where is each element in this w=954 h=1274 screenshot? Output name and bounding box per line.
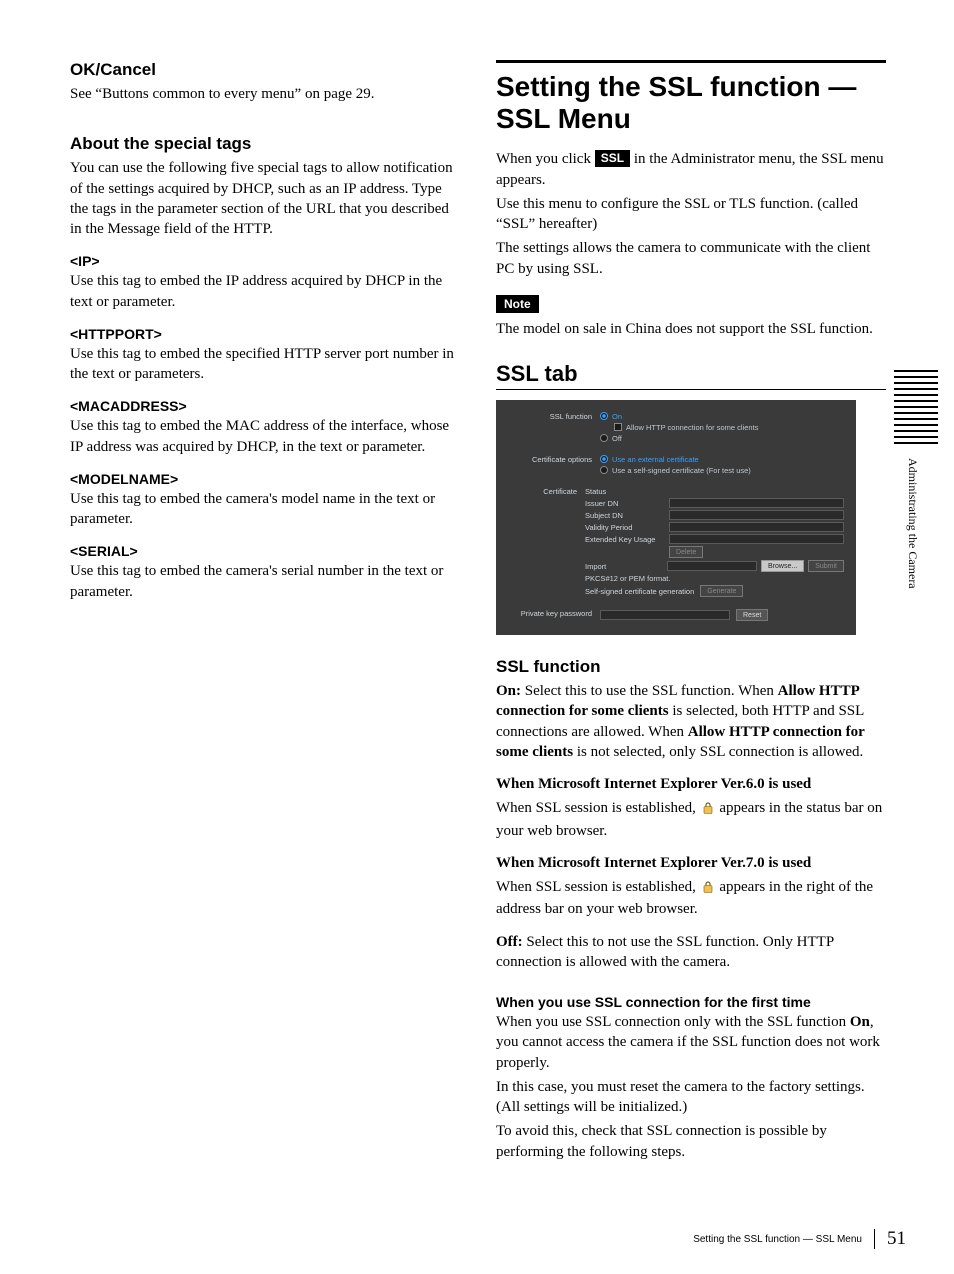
shot-cert-options-label: Certificate options [508,455,600,464]
checkbox-icon [614,423,622,431]
first-time-body-2: In this case, you must reset the camera … [496,1077,886,1118]
off-label: Off: [496,934,523,950]
first-time-body-3: To avoid this, check that SSL connection… [496,1121,886,1162]
intro-line-3: The settings allows the camera to commun… [496,238,886,279]
page-footer: Setting the SSL function — SSL Menu 51 [693,1228,906,1250]
shot-pk-input[interactable] [600,610,730,620]
shot-selfsigned-text: Use a self-signed certificate (For test … [612,466,751,475]
shot-reset-button[interactable]: Reset [736,609,768,621]
ie7-heading: When Microsoft Internet Explorer Ver.7.0… [496,853,886,873]
shot-extkey-label: Extended Key Usage [585,535,663,544]
tag-ip-heading: <IP> [70,253,460,269]
tag-ip-desc: Use this tag to embed the IP address acq… [70,271,460,312]
off-body: Select this to not use the SSL function.… [496,934,834,970]
shot-issuerdn-label: Issuer DN [585,499,663,508]
page-number: 51 [887,1228,906,1250]
ssl-off-paragraph: Off: Select this to not use the SSL func… [496,932,886,973]
radio-off-icon [600,434,608,442]
shot-import-input[interactable] [667,561,757,571]
ie6-heading-text: When Microsoft Internet Explorer Ver.6.0… [496,776,811,792]
shot-validity-input[interactable] [669,522,844,532]
footer-divider [874,1229,875,1249]
first-time-body-1: When you use SSL connection only with th… [496,1012,886,1073]
shot-ssl-function-label: SSL function [508,412,600,421]
shot-issuerdn-input[interactable] [669,498,844,508]
page-content: OK/Cancel See “Buttons common to every m… [0,0,954,1166]
shot-radio-selfsigned-row[interactable]: Use a self-signed certificate (For test … [600,466,844,475]
ie6-body: When SSL session is established, appears… [496,798,886,841]
ssl-function-subheading: SSL function [496,657,886,677]
lock-icon [702,879,714,899]
tag-httpport-heading: <HTTPPORT> [70,326,460,342]
shot-pk-label: Private key password [508,609,600,618]
ie7-pre: When SSL session is established, [496,879,700,895]
intro-line-1: When you click SSL in the Administrator … [496,149,886,190]
shot-radio-off-row[interactable]: Off [600,434,844,443]
radio-on-icon [600,412,608,420]
radio-selfsigned-icon [600,466,608,474]
tag-modelname-desc: Use this tag to embed the camera's model… [70,489,460,530]
footer-caption: Setting the SSL function — SSL Menu [693,1234,862,1245]
ft1-pre: When you use SSL connection only with th… [496,1014,850,1030]
special-tags-heading: About the special tags [70,134,460,154]
first-time-heading: When you use SSL connection for the firs… [496,994,886,1010]
on-body-3: is not selected, only SSL connection is … [573,744,863,760]
right-column: Setting the SSL function — SSL Menu When… [496,60,886,1166]
note-label: Note [496,295,539,313]
lock-icon [702,800,714,820]
tag-macaddress-heading: <MACADDRESS> [70,398,460,414]
shot-allow-http-text: Allow HTTP connection for some clients [626,423,758,432]
special-tags-intro: You can use the following five special t… [70,158,460,239]
shot-import-label: Import [585,562,663,571]
left-column: OK/Cancel See “Buttons common to every m… [70,60,460,1166]
page-title: Setting the SSL function — SSL Menu [496,60,886,135]
shot-status-label: Status [585,487,663,496]
tag-serial-desc: Use this tag to embed the camera's seria… [70,561,460,602]
shot-external-text: Use an external certificate [612,455,699,464]
on-label: On: [496,683,521,699]
shot-extkey-input[interactable] [669,534,844,544]
shot-radio-external-row[interactable]: Use an external certificate [600,455,844,464]
tag-macaddress-desc: Use this tag to embed the MAC address of… [70,416,460,457]
ie7-heading-text: When Microsoft Internet Explorer Ver.7.0… [496,855,811,871]
ie6-pre: When SSL session is established, [496,800,700,816]
shot-off-text: Off [612,434,622,443]
ssl-tab-heading: SSL tab [496,361,886,390]
shot-browse-button[interactable]: Browse... [761,560,804,572]
ie7-body: When SSL session is established, appears… [496,877,886,920]
shot-on-text: On [612,412,622,421]
shot-submit-button[interactable]: Submit [808,560,844,572]
ssl-on-paragraph: On: Select this to use the SSL function.… [496,681,886,762]
shot-subjectdn-input[interactable] [669,510,844,520]
side-index-bars [894,370,938,448]
ok-cancel-body: See “Buttons common to every menu” on pa… [70,84,460,104]
shot-certificate-label: Certificate [508,487,585,496]
note-body: The model on sale in China does not supp… [496,319,886,339]
tag-httpport-desc: Use this tag to embed the specified HTTP… [70,344,460,385]
on-body-1: Select this to use the SSL function. Whe… [521,683,778,699]
ssl-pill: SSL [595,150,630,166]
ft1-bold: On [850,1014,870,1030]
shot-pkcs-hint: PKCS#12 or PEM format. [585,574,670,583]
radio-external-icon [600,455,608,463]
shot-radio-on-row[interactable]: On [600,412,844,421]
tag-serial-heading: <SERIAL> [70,543,460,559]
intro-line-2: Use this menu to configure the SSL or TL… [496,194,886,235]
shot-selfgen-label: Self-signed certificate generation [585,587,694,596]
side-tab-label: Administrating the Camera [905,458,920,589]
tag-modelname-heading: <MODELNAME> [70,471,460,487]
shot-subjectdn-label: Subject DN [585,511,663,520]
shot-generate-button[interactable]: Generate [700,585,743,597]
intro-prefix: When you click [496,151,595,167]
shot-validity-label: Validity Period [585,523,663,532]
shot-allow-http-row[interactable]: Allow HTTP connection for some clients [600,423,844,432]
shot-delete-button[interactable]: Delete [669,546,703,558]
ssl-tab-screenshot: SSL function On Allow HTTP connection fo… [496,400,856,635]
ie6-heading: When Microsoft Internet Explorer Ver.6.0… [496,774,886,794]
ok-cancel-heading: OK/Cancel [70,60,460,80]
